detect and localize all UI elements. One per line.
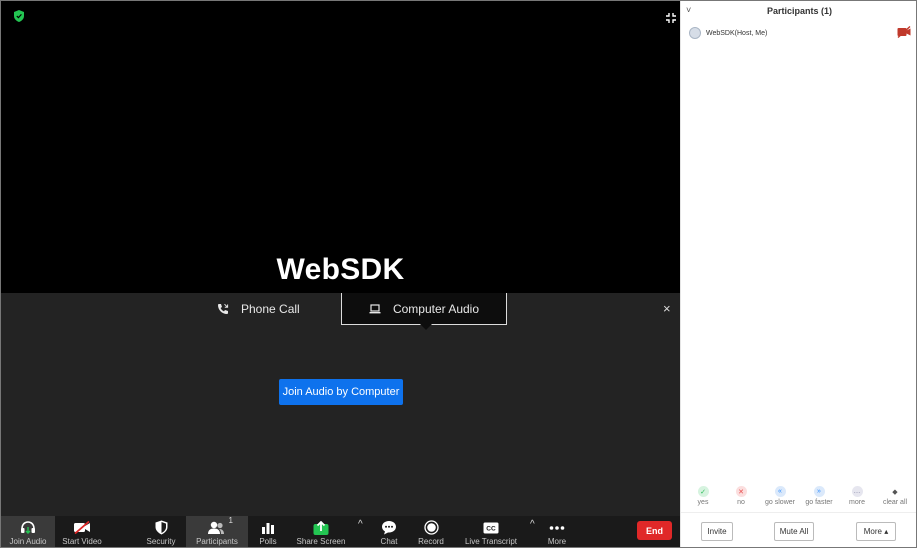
close-audio-panel-button[interactable]: × [663,301,671,316]
feedback-more-label: more [849,499,865,506]
record-label: Record [418,537,444,546]
computer-audio-label: Computer Audio [392,301,480,316]
chat-button[interactable]: Chat [375,516,403,547]
video-off-icon [72,519,92,536]
fast-forward-icon: » [813,486,825,497]
participant-name: WebSDK(Host, Me) [706,29,768,37]
meeting-video-area: WebSDK Phone Call Computer Audio × Join … [1,1,680,547]
live-transcript-button[interactable]: CC Live Transcript [463,516,519,547]
share-screen-label: Share Screen [296,537,346,546]
join-audio-panel: Phone Call Computer Audio × Join Audio b… [1,293,680,516]
join-audio-label: Join Audio [9,537,47,546]
fullscreen-icon[interactable] [665,12,677,24]
participants-label: Participants [196,537,238,546]
invite-button[interactable]: Invite [701,522,733,541]
participants-count: 1 [228,516,233,525]
participant-row[interactable]: WebSDK(Host, Me) [689,26,913,40]
eraser-icon: ◆ [892,488,898,496]
encryption-shield-icon[interactable] [14,10,24,22]
rewind-icon: « [774,486,786,497]
cross-icon: ✕ [735,486,747,497]
feedback-more-button[interactable]: … more [839,486,875,506]
phone-call-label: Phone Call [241,302,300,316]
share-screen-button[interactable]: Share Screen [294,516,348,547]
start-video-button[interactable]: Start Video [59,516,105,547]
more-dots-icon [547,519,567,536]
feedback-yes-button[interactable]: ✓ yes [685,486,721,506]
security-label: Security [146,537,176,546]
closed-caption-icon: CC [481,519,501,536]
chat-label: Chat [380,537,398,546]
laptop-icon [369,303,381,313]
live-transcript-options-caret[interactable]: ^ [530,519,535,530]
participant-video-off-icon [897,26,911,38]
feedback-clear-all-label: clear all [882,499,908,506]
zoom-websdk-window: WebSDK Phone Call Computer Audio × Join … [0,0,917,548]
record-icon [421,519,441,536]
polls-label: Polls [259,537,277,546]
phone-icon [218,303,229,314]
share-screen-icon [311,519,331,536]
chat-icon [379,519,399,536]
meeting-host-name: WebSDK [276,253,405,286]
security-shield-icon [151,519,171,536]
more-options-button[interactable]: More ▴ [856,522,896,541]
headphones-icon [18,519,38,536]
tab-phone-call[interactable]: Phone Call [217,293,300,325]
polls-button[interactable]: Polls [253,516,283,547]
live-transcript-label: Live Transcript [464,537,518,546]
join-audio-by-computer-button[interactable]: Join Audio by Computer [279,379,403,405]
meeting-toolbar: Join Audio Start Video Security 1 Partic… [1,516,680,547]
more-label: More [547,537,567,546]
svg-text:CC: CC [486,525,496,532]
start-video-label: Start Video [62,537,102,546]
end-meeting-button[interactable]: End [637,521,672,540]
feedback-no-label: no [737,499,745,506]
feedback-go-slower-button[interactable]: « go slower [761,486,799,506]
tab-computer-audio[interactable]: Computer Audio [341,293,507,325]
record-button[interactable]: Record [416,516,446,547]
more-button[interactable]: More [543,516,571,547]
feedback-go-slower-label: go slower [765,499,795,506]
feedback-go-faster-label: go faster [805,499,833,506]
join-audio-button[interactable]: Join Audio [1,516,55,547]
avatar [689,27,701,39]
mute-all-button[interactable]: Mute All [774,522,814,541]
feedback-go-faster-button[interactable]: » go faster [800,486,838,506]
feedback-yes-label: yes [697,499,709,506]
nonverbal-feedback-bar: ✓ yes ✕ no « go slower » go faster … mor… [681,486,917,510]
participants-icon: 1 [207,516,233,536]
security-button[interactable]: Security [141,516,181,547]
feedback-clear-all-button[interactable]: ◆ clear all [877,486,913,507]
check-icon: ✓ [697,486,709,497]
active-tab-pointer [420,324,432,330]
ellipsis-icon: … [851,486,863,497]
participants-panel-title: Participants (1) [766,6,833,16]
participants-button[interactable]: 1 Participants [186,516,248,547]
polls-icon [258,519,278,536]
feedback-no-button[interactable]: ✕ no [723,486,759,506]
participants-panel: ˅ Participants (1) WebSDK(Host, Me) ✓ ye… [680,0,917,548]
participants-panel-footer: Invite Mute All More ▴ [681,512,917,548]
share-screen-options-caret[interactable]: ^ [358,519,363,530]
